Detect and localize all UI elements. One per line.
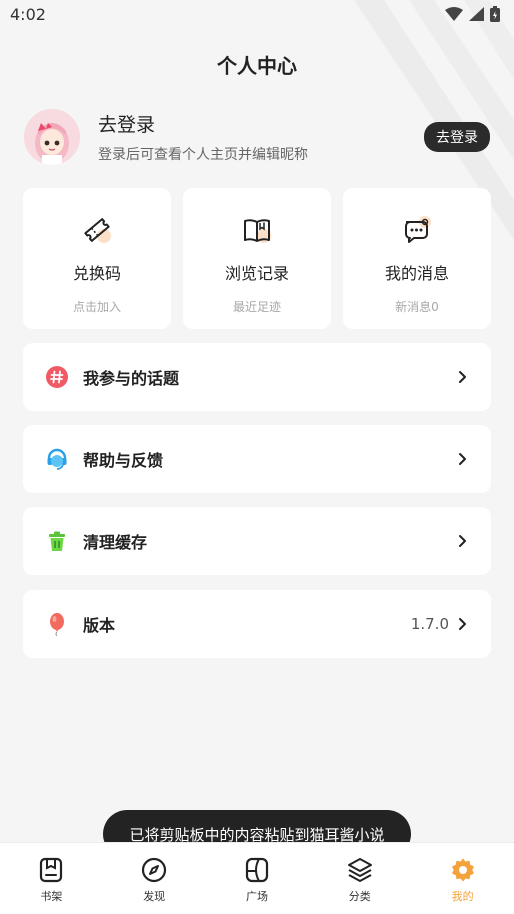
- status-time: 4:02: [10, 4, 46, 24]
- quick-card-sub: 最近足迹: [232, 300, 281, 314]
- battery-icon: [490, 6, 500, 22]
- headset-icon: [45, 447, 69, 471]
- tab-label: 分类: [348, 890, 371, 903]
- quick-card-history[interactable]: 浏览记录 最近足迹: [183, 188, 331, 329]
- menu-item-help-feedback[interactable]: 帮助与反馈: [23, 425, 491, 493]
- status-bar: 4:02: [0, 0, 514, 28]
- tab-category[interactable]: 分类: [308, 843, 411, 914]
- tab-bookshelf[interactable]: 书架: [0, 843, 103, 914]
- quick-card-sub: 点击加入: [72, 300, 121, 314]
- quick-card-label: 我的消息: [384, 264, 449, 283]
- profile-name[interactable]: 去登录: [98, 110, 424, 137]
- signal-icon: [469, 7, 484, 21]
- profile-section[interactable]: 去登录 登录后可查看个人主页并编辑昵称 去登录: [24, 108, 490, 166]
- tab-label: 发现: [143, 890, 166, 903]
- ticket-icon: [81, 214, 113, 246]
- bookshelf-icon: [40, 857, 63, 883]
- status-icons: [445, 6, 500, 22]
- quick-card-label: 浏览记录: [224, 264, 289, 283]
- avatar[interactable]: [24, 109, 80, 165]
- menu-item-clear-cache[interactable]: 清理缓存: [23, 507, 491, 575]
- tab-mine[interactable]: 我的: [411, 843, 514, 914]
- profile-text: 去登录 登录后可查看个人主页并编辑昵称: [98, 110, 424, 164]
- balloon-icon: [45, 612, 69, 636]
- profile-subtitle: 登录后可查看个人主页并编辑昵称: [98, 147, 308, 163]
- wifi-icon: [445, 7, 463, 21]
- menu-item-label: 我参与的话题: [83, 369, 180, 388]
- chevron-right-icon: [459, 618, 466, 630]
- tab-label: 广场: [245, 890, 268, 903]
- gear-icon: [451, 858, 474, 882]
- message-icon: [401, 214, 433, 246]
- trash-icon: [45, 529, 69, 553]
- book-icon: [241, 214, 273, 246]
- plaza-icon: [245, 857, 269, 883]
- menu-item-my-topics[interactable]: 我参与的话题: [23, 343, 491, 411]
- login-button[interactable]: 去登录: [424, 122, 490, 152]
- version-value: 1.7.0: [410, 615, 449, 633]
- tab-label: 书架: [40, 890, 63, 903]
- quick-card-label: 兑换码: [72, 264, 121, 283]
- quick-card-redeem-code[interactable]: 兑换码 点击加入: [23, 188, 171, 329]
- layers-icon: [347, 858, 372, 882]
- menu-item-label: 帮助与反馈: [83, 451, 164, 470]
- chevron-right-icon: [459, 535, 466, 547]
- quick-actions: 兑换码 点击加入 浏览记录 最近足迹 我的消息 新消息0: [23, 188, 491, 329]
- tab-discover[interactable]: 发现: [103, 843, 206, 914]
- menu-item-label: 版本: [83, 616, 116, 635]
- menu-item-label: 清理缓存: [83, 533, 148, 552]
- quick-card-messages[interactable]: 我的消息 新消息0: [343, 188, 491, 329]
- compass-icon: [142, 857, 167, 883]
- chevron-right-icon: [459, 371, 466, 383]
- menu-item-version[interactable]: 版本 1.7.0: [23, 590, 491, 658]
- quick-card-sub: 新消息0: [395, 300, 439, 314]
- chevron-right-icon: [459, 453, 466, 465]
- hashtag-icon: [45, 365, 69, 389]
- tab-plaza[interactable]: 广场: [206, 843, 309, 914]
- page-title: 个人中心: [217, 54, 297, 78]
- bottom-tab-bar: 书架 发现 广场 分类 我的: [0, 842, 514, 914]
- tab-label: 我的: [451, 890, 474, 903]
